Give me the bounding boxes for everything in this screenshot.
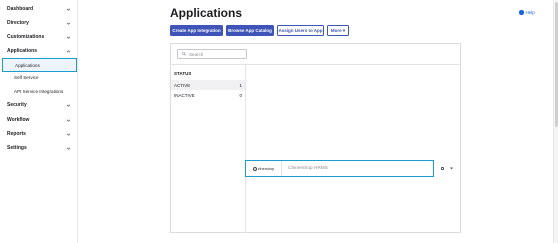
more-button[interactable]: More ▾ xyxy=(327,25,349,36)
help-label: Help xyxy=(525,10,535,15)
chevron-down-icon xyxy=(66,103,71,108)
app-logo: zihershop xyxy=(246,161,282,176)
sidebar-subitem-self-service[interactable]: Self Service xyxy=(0,71,78,83)
sidebar-item-label: Customizations xyxy=(7,34,45,40)
page-title: Applications xyxy=(170,6,243,20)
status-label: ACTIVE xyxy=(174,82,191,88)
app-logo-text: zihershop xyxy=(257,166,275,171)
app-list-item[interactable]: zihershop Chinershop HRMS xyxy=(245,160,434,177)
sidebar-subitem-label: Self Service xyxy=(14,74,39,80)
panel-divider xyxy=(170,64,461,65)
sidebar-item-workflow[interactable]: Workflow xyxy=(0,114,78,126)
sidebar-item-label: Settings xyxy=(7,145,27,151)
sidebar-subitem-api-service-integrations[interactable]: API Service Integrations xyxy=(0,85,78,97)
search-input[interactable]: Search xyxy=(177,49,247,59)
sidebar-item-label: Dashboard xyxy=(7,6,34,12)
apps-panel xyxy=(170,43,461,233)
gear-icon[interactable] xyxy=(440,166,445,171)
chevron-down-icon xyxy=(66,132,71,137)
panel-divider xyxy=(245,64,246,233)
help-icon xyxy=(519,10,524,15)
sidebar-item-reports[interactable]: Reports xyxy=(0,128,78,140)
chevron-down-icon xyxy=(66,118,71,123)
sidebar-item-dashboard[interactable]: Dashboard xyxy=(0,3,78,15)
search-placeholder: Search xyxy=(189,51,204,57)
chevron-up-icon xyxy=(66,49,71,54)
sidebar-item-label: Workflow xyxy=(7,117,30,123)
sidebar-item-settings[interactable]: Settings xyxy=(0,142,78,154)
chevron-down-icon xyxy=(66,7,71,12)
app-name: Chinershop HRMS xyxy=(288,166,328,171)
status-count: 1 xyxy=(239,82,242,88)
status-count: 0 xyxy=(239,92,242,98)
sidebar-item-label: Applications xyxy=(7,48,38,54)
sidebar-item-label: Directory xyxy=(7,20,29,26)
chevron-down-icon xyxy=(66,21,71,26)
status-filter-inactive[interactable]: INACTIVE 0 xyxy=(171,90,245,100)
help-link[interactable]: Help xyxy=(519,10,535,15)
status-label: INACTIVE xyxy=(174,92,195,98)
assign-users-button[interactable]: Assign Users to App xyxy=(277,25,324,36)
browse-app-catalog-button[interactable]: Browse App Catalog xyxy=(226,25,274,36)
status-heading: STATUS xyxy=(174,71,192,76)
sidebar-item-directory[interactable]: Directory xyxy=(0,17,78,29)
search-icon xyxy=(182,52,186,56)
sidebar-item-customizations[interactable]: Customizations xyxy=(0,31,78,43)
chevron-down-icon xyxy=(66,35,71,40)
sidebar-item-applications[interactable]: Applications xyxy=(0,45,78,57)
sidebar-subitem-applications[interactable]: Applications xyxy=(2,58,77,72)
sidebar-item-security[interactable]: Security xyxy=(0,99,78,111)
sidebar-subitem-label: API Service Integrations xyxy=(14,88,64,94)
page-scrollbar[interactable] xyxy=(553,0,558,243)
sidebar-item-label: Security xyxy=(7,102,27,108)
app-logo-icon xyxy=(252,166,257,171)
sidebar: Dashboard Directory Customizations Appli… xyxy=(0,0,78,243)
create-app-integration-button[interactable]: Create App Integration xyxy=(170,25,223,36)
status-filter-active[interactable]: ACTIVE 1 xyxy=(171,80,245,90)
sidebar-item-label: Reports xyxy=(7,131,26,137)
sidebar-subitem-label: Applications xyxy=(15,62,40,68)
caret-down-icon[interactable] xyxy=(449,166,454,171)
chevron-down-icon xyxy=(66,146,71,151)
